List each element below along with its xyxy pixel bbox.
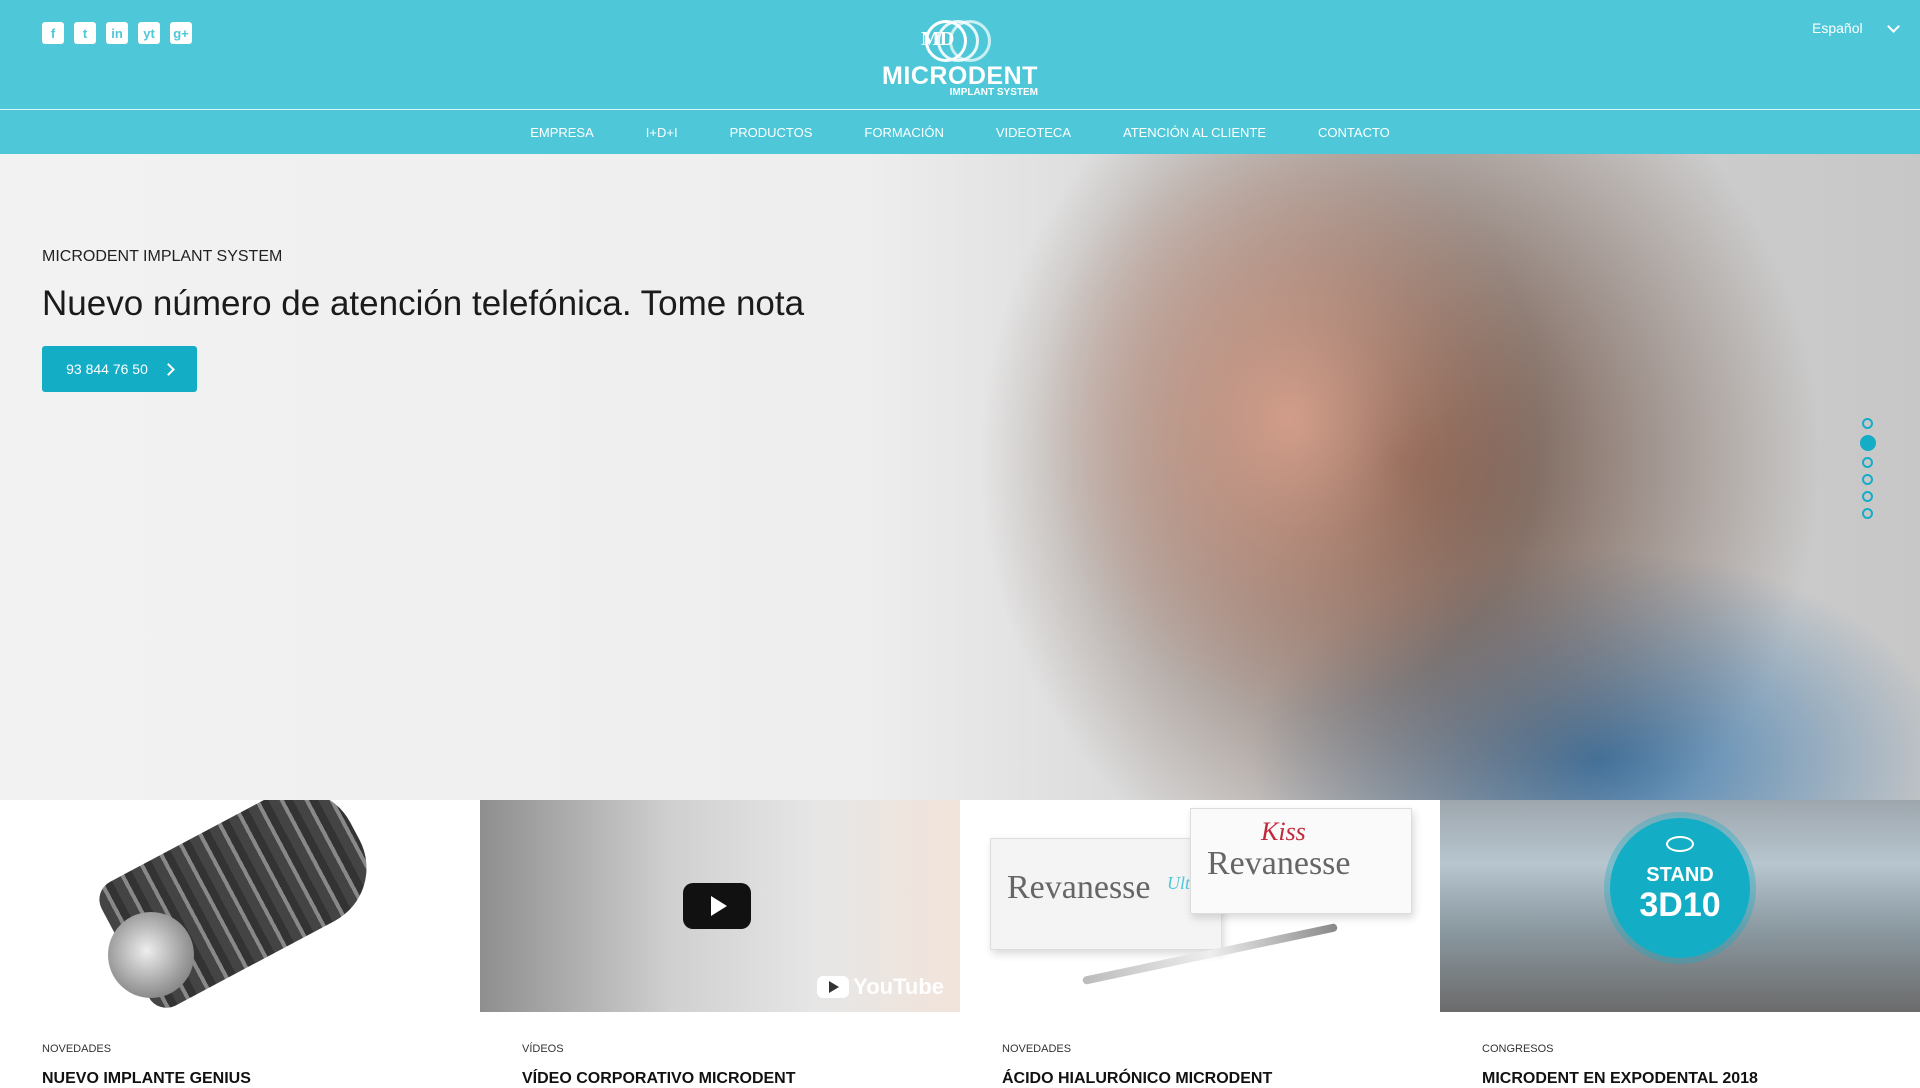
card-title[interactable]: ÁCIDO HIALURÓNICO MICRODENT — [1002, 1070, 1272, 1088]
card-category: NOVEDADES — [1002, 1043, 1072, 1055]
slide-dot[interactable] — [1862, 491, 1873, 502]
card-title[interactable]: MICRODENT EN EXPODENTAL 2018 — [1482, 1070, 1758, 1088]
nav-item-empresa[interactable]: EMPRESA — [530, 125, 594, 140]
video-thumbnail[interactable]: YouTube — [480, 800, 960, 1012]
product-box-kiss: Revanesse Kiss — [1190, 808, 1412, 914]
hero-content: MICRODENT IMPLANT SYSTEM Nuevo número de… — [42, 248, 804, 392]
site-logo[interactable]: MD MICRODENT IMPLANT SYSTEM — [880, 18, 1040, 104]
play-icon — [711, 896, 727, 916]
slide-dot-active[interactable] — [1860, 435, 1876, 451]
youtube-logo: YouTube — [817, 974, 944, 1000]
card-title[interactable]: NUEVO IMPLANTE GENIUS — [42, 1070, 251, 1088]
google-plus-icon[interactable]: g+ — [170, 22, 192, 44]
social-links: f t in yt g+ — [42, 22, 192, 44]
facebook-icon[interactable]: f — [42, 22, 64, 44]
card-category: CONGRESOS — [1482, 1043, 1554, 1055]
card-category: VÍDEOS — [522, 1043, 564, 1055]
site-header: f t in yt g+ MD MICRODENT IMPLANT SYSTEM… — [0, 0, 1920, 154]
language-label: Español — [1812, 20, 1863, 36]
hero-headline: Nuevo número de atención telefónica. Tom… — [42, 284, 805, 323]
main-nav: EMPRESA I+D+I PRODUCTOS FORMACIÓN VIDEOT… — [0, 110, 1920, 154]
news-cards: NOVEDADES NUEVO IMPLANTE GENIUS YouTube … — [0, 800, 1920, 1087]
logo-mark-icon — [1666, 836, 1694, 852]
nav-item-contacto[interactable]: CONTACTO — [1318, 125, 1390, 140]
news-card[interactable]: YouTube VÍDEOS VÍDEO CORPORATIVO MICRODE… — [480, 800, 960, 1087]
nav-item-formacion[interactable]: FORMACIÓN — [864, 125, 943, 140]
product-image[interactable]: Revanesse Ultra Revanesse Kiss — [960, 800, 1440, 1012]
chevron-right-icon — [162, 362, 175, 376]
news-card[interactable]: STAND 3D10 CONGRESOS MICRODENT EN EXPODE… — [1440, 800, 1920, 1087]
linkedin-icon[interactable]: in — [106, 22, 128, 44]
language-selector[interactable]: Español — [1812, 19, 1900, 36]
phone-cta-label: 93 844 76 50 — [66, 361, 148, 377]
nav-item-atencion-cliente[interactable]: ATENCIÓN AL CLIENTE — [1123, 125, 1266, 140]
nav-item-videoteca[interactable]: VIDEOTECA — [996, 125, 1071, 140]
slide-dot[interactable] — [1862, 418, 1873, 429]
phone-cta-button[interactable]: 93 844 76 50 — [42, 346, 197, 392]
card-title[interactable]: VÍDEO CORPORATIVO MICRODENT — [522, 1070, 796, 1088]
slide-dot[interactable] — [1862, 457, 1873, 468]
congress-image[interactable]: STAND 3D10 — [1440, 800, 1920, 1012]
news-card[interactable]: Revanesse Ultra Revanesse Kiss NOVEDADES… — [960, 800, 1440, 1087]
play-button[interactable] — [683, 883, 751, 929]
product-box-ultra: Revanesse Ultra — [990, 838, 1222, 950]
youtube-icon[interactable]: yt — [138, 22, 160, 44]
slider-pagination — [1860, 418, 1876, 519]
hero-eyebrow: MICRODENT IMPLANT SYSTEM — [42, 248, 283, 265]
slide-dot[interactable] — [1862, 508, 1873, 519]
stand-badge: STAND 3D10 — [1610, 818, 1750, 958]
logo-mark: MD — [915, 18, 1005, 64]
slide-dot[interactable] — [1862, 474, 1873, 485]
logo-monogram: MD — [921, 28, 955, 50]
logo-name: MICRODENT — [882, 62, 1038, 90]
card-category: NOVEDADES — [42, 1043, 112, 1055]
youtube-icon — [817, 976, 850, 998]
twitter-icon[interactable]: t — [74, 22, 96, 44]
news-card[interactable]: NOVEDADES NUEVO IMPLANTE GENIUS — [0, 800, 480, 1087]
nav-item-productos[interactable]: PRODUCTOS — [730, 125, 813, 140]
nav-item-idi[interactable]: I+D+I — [646, 125, 678, 140]
implant-image[interactable] — [0, 800, 480, 1012]
chevron-down-icon — [1886, 19, 1900, 33]
